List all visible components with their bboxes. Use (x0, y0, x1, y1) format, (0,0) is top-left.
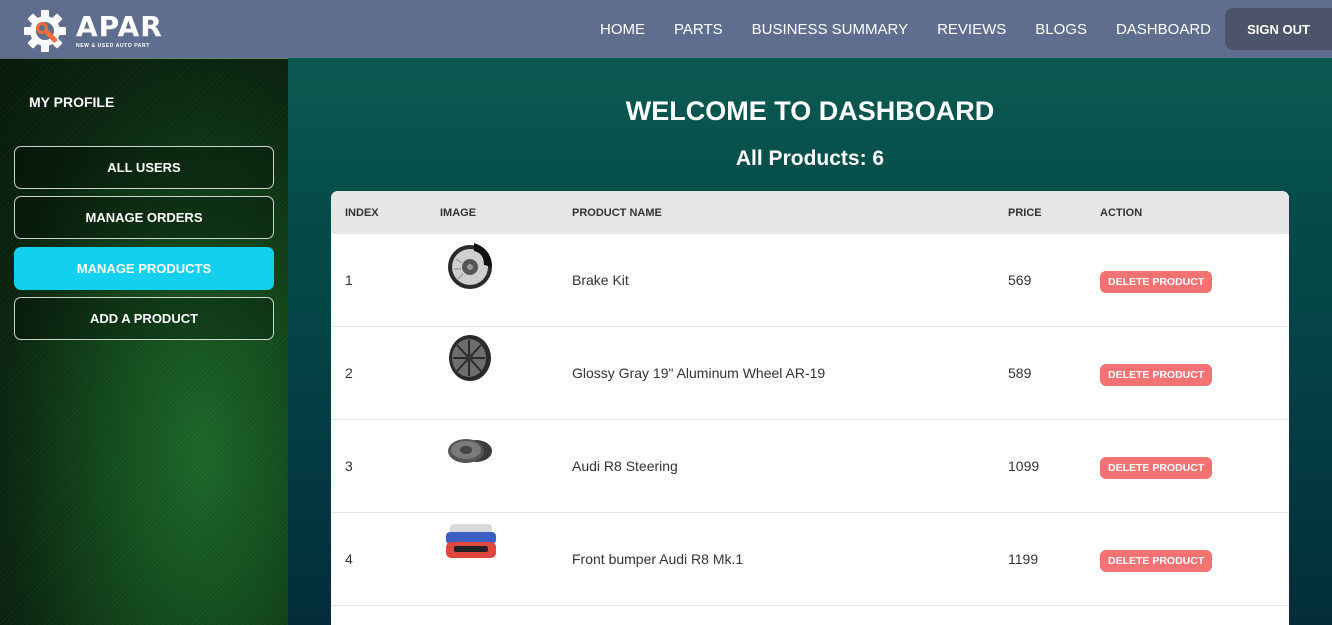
header-action: ACTION (1100, 206, 1143, 219)
main-content: WELCOME TO DASHBOARD All Products: 6 IND… (288, 58, 1332, 625)
header-product-name: PRODUCT NAME (572, 206, 662, 219)
row-index: 3 (345, 458, 353, 474)
brand-name: APAR (76, 10, 163, 43)
table-row: 1 Brake Kit 569 DELETE PRODUCT (331, 234, 1289, 327)
nav-parts[interactable]: PARTS (674, 21, 723, 38)
product-name: Front bumper Audi R8 Mk.1 (572, 551, 744, 567)
brake-disc-icon (448, 439, 492, 463)
sidebar-item-manage-products[interactable]: MANAGE PRODUCTS (14, 247, 274, 290)
sidebar-item-all-users[interactable]: ALL USERS (14, 146, 274, 189)
header-index: INDEX (345, 206, 379, 219)
sidebar-item-manage-orders[interactable]: MANAGE ORDERS (14, 196, 274, 239)
gear-wrench-logo-icon (24, 10, 66, 52)
product-price: 589 (1008, 365, 1032, 381)
dashboard-sidebar: MY PROFILE ALL USERS MANAGE ORDERS MANAG… (0, 58, 288, 625)
sidebar-item-add-product[interactable]: ADD A PRODUCT (14, 297, 274, 340)
row-index: 4 (345, 551, 353, 567)
bumper-icon (446, 524, 496, 558)
page-title: WELCOME TO DASHBOARD (625, 96, 995, 126)
nav-home[interactable]: HOME (600, 21, 645, 38)
table-header: INDEX IMAGE PRODUCT NAME PRICE ACTION (331, 191, 1289, 234)
header-image: IMAGE (440, 206, 477, 219)
brand-logo[interactable]: APAR NEW & USED AUTO PART (22, 8, 163, 54)
wheel-icon (449, 335, 491, 381)
nav-reviews[interactable]: REVIEWS (937, 21, 1006, 38)
product-price: 1099 (1008, 458, 1040, 474)
header-price: PRICE (1008, 206, 1042, 219)
my-profile-link[interactable]: MY PROFILE (29, 94, 114, 110)
product-price: 569 (1008, 272, 1032, 288)
product-price: 1199 (1008, 551, 1039, 567)
table-row: 4 Front bumper Audi R8 Mk.1 1199 DELETE … (331, 513, 1289, 606)
brake-kit-image (440, 243, 500, 295)
product-name: Brake Kit (572, 272, 629, 288)
bumper-image (440, 524, 500, 574)
delete-product-button[interactable]: DELETE PRODUCT (1100, 550, 1213, 572)
brand-tagline: NEW & USED AUTO PART (76, 43, 150, 49)
row-index: 1 (345, 272, 353, 288)
nav-business-summary[interactable]: BUSINESS SUMMARY (752, 21, 908, 38)
main-nav: HOME PARTS BUSINESS SUMMARY REVIEWS BLOG… (600, 0, 1332, 58)
table-row: 3 Audi R8 Steering 1099 DELETE PRODUCT (331, 420, 1289, 513)
wheel-image (440, 335, 500, 388)
nav-blogs[interactable]: BLOGS (1035, 21, 1087, 38)
table-row: 2 Glossy Gray 19" Aluminum Wheel AR-19 5… (331, 327, 1289, 420)
products-table: INDEX IMAGE PRODUCT NAME PRICE ACTION 1 (331, 191, 1289, 625)
delete-product-button[interactable]: DELETE PRODUCT (1100, 457, 1213, 479)
sign-out-button[interactable]: SIGN OUT (1225, 8, 1332, 50)
product-count: All Products: 6 (735, 147, 885, 170)
product-name: Audi R8 Steering (572, 458, 678, 474)
product-name: Glossy Gray 19" Aluminum Wheel AR-19 (572, 365, 826, 381)
delete-product-button[interactable]: DELETE PRODUCT (1100, 271, 1213, 293)
row-index: 2 (345, 365, 353, 381)
delete-product-button[interactable]: DELETE PRODUCT (1100, 364, 1213, 386)
brake-kit-icon (448, 243, 492, 289)
top-navbar: APAR NEW & USED AUTO PART HOME PARTS BUS… (0, 0, 1332, 58)
brake-disc-image (440, 439, 500, 481)
nav-dashboard[interactable]: DASHBOARD (1116, 21, 1211, 38)
